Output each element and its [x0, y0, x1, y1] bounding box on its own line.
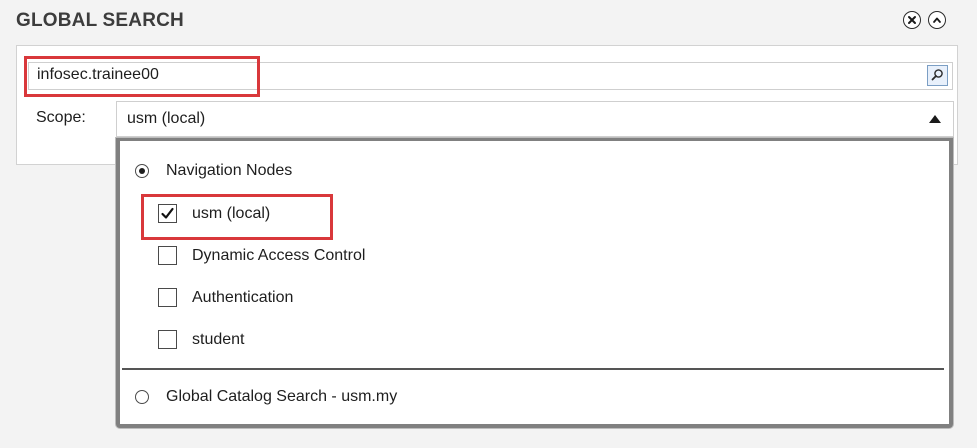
navigation-nodes-radio[interactable] — [135, 164, 149, 178]
highlight-search-value — [24, 56, 260, 97]
node-label-dynamic-access-control[interactable]: Dynamic Access Control — [192, 247, 365, 265]
checkbox-dynamic-access-control[interactable] — [158, 246, 177, 265]
scope-label: Scope: — [36, 109, 86, 126]
close-button[interactable] — [903, 11, 921, 29]
panel-title: GLOBAL SEARCH — [16, 10, 184, 31]
node-label-authentication[interactable]: Authentication — [192, 289, 293, 307]
dropdown-arrow-icon[interactable] — [929, 115, 941, 123]
scope-select[interactable]: usm (local) — [116, 101, 954, 137]
scope-dropdown — [116, 138, 953, 428]
collapse-button[interactable] — [928, 11, 946, 29]
dropdown-divider — [122, 368, 944, 370]
close-icon — [907, 15, 917, 25]
checkbox-authentication[interactable] — [158, 288, 177, 307]
node-label-student[interactable]: student — [192, 331, 244, 349]
checkbox-student[interactable] — [158, 330, 177, 349]
scope-selected-value: usm (local) — [127, 110, 206, 127]
global-catalog-radio[interactable] — [135, 390, 149, 404]
search-button[interactable] — [927, 65, 948, 86]
navigation-nodes-label[interactable]: Navigation Nodes — [166, 162, 292, 180]
chevron-up-icon — [932, 15, 942, 25]
global-catalog-label[interactable]: Global Catalog Search - usm.my — [166, 388, 397, 406]
highlight-usm-local — [141, 194, 333, 240]
magnifier-icon — [931, 66, 944, 85]
